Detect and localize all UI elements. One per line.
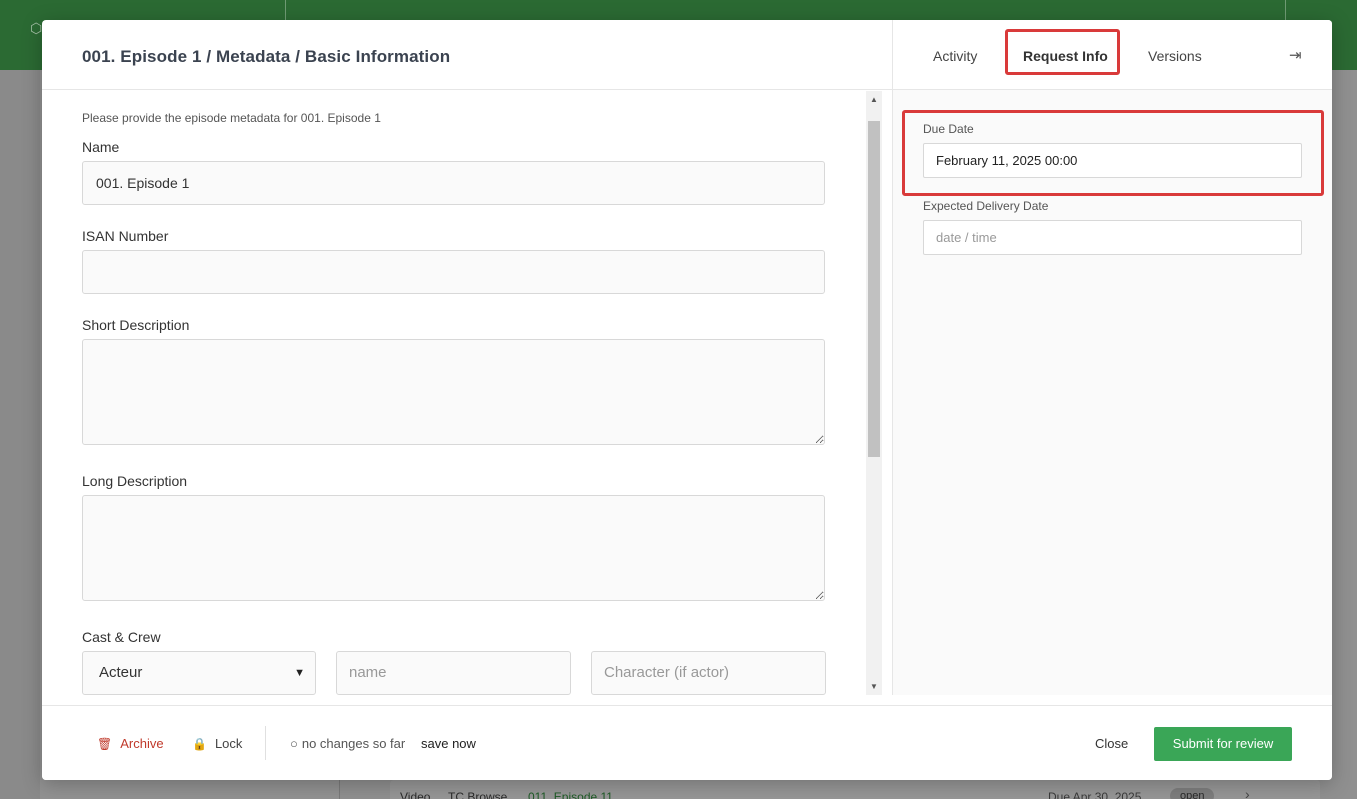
trash-icon: 🗑 bbox=[97, 737, 113, 751]
cast-crew-label: Cast & Crew bbox=[82, 629, 161, 645]
active-tab-highlight bbox=[1005, 29, 1120, 75]
chevron-down-icon: ▼ bbox=[294, 667, 305, 679]
top-bar-divider bbox=[1285, 0, 1286, 20]
name-label: Name bbox=[82, 139, 120, 155]
archive-label: Archive bbox=[120, 736, 164, 751]
expected-delivery-label: Expected Delivery Date bbox=[923, 199, 1049, 213]
form-scroll-area[interactable]: Please provide the episode metadata for … bbox=[42, 91, 892, 705]
cast-role-value: Acteur bbox=[99, 664, 143, 681]
background-list-item: Video TC Browse 011. Episode 11 Due Apr … bbox=[390, 780, 1320, 799]
details-tabs: Activity Request Info Versions ⇥ bbox=[893, 20, 1332, 90]
row-kind: TC Browse bbox=[448, 790, 508, 799]
metadata-modal: 001. Episode 1 / Metadata / Basic Inform… bbox=[42, 20, 1332, 780]
status-text: no changes so far bbox=[301, 736, 406, 751]
modal-title: 001. Episode 1 / Metadata / Basic Inform… bbox=[82, 47, 451, 66]
scroll-up-icon[interactable]: ▲ bbox=[870, 95, 878, 104]
form-panel: 001. Episode 1 / Metadata / Basic Inform… bbox=[42, 20, 892, 705]
tab-activity[interactable]: Activity bbox=[933, 48, 977, 64]
row-due: Due Apr 30, 2025 bbox=[1048, 790, 1142, 799]
short-description-textarea[interactable] bbox=[82, 339, 825, 445]
circle-icon: ○ bbox=[290, 736, 298, 751]
lock-button[interactable]: 🔒 Lock bbox=[192, 736, 242, 751]
archive-button[interactable]: 🗑 Archive bbox=[97, 736, 164, 751]
cast-name-input[interactable]: name bbox=[336, 651, 571, 695]
close-button[interactable]: Close bbox=[1095, 736, 1128, 751]
short-description-label: Short Description bbox=[82, 317, 190, 333]
name-input[interactable] bbox=[82, 161, 825, 205]
chevron-right-icon: › bbox=[1245, 786, 1250, 799]
modal-header: 001. Episode 1 / Metadata / Basic Inform… bbox=[42, 20, 892, 90]
details-panel: Activity Request Info Versions ⇥ Due Dat… bbox=[892, 20, 1332, 695]
scroll-down-icon[interactable]: ▼ bbox=[870, 682, 878, 691]
form-scrollbar[interactable]: ▲ ▼ bbox=[866, 91, 882, 695]
save-status: ○ no changes so far bbox=[290, 736, 405, 751]
lock-label: Lock bbox=[214, 736, 243, 751]
long-description-textarea[interactable] bbox=[82, 495, 825, 601]
row-title: 011. Episode 11 bbox=[528, 790, 613, 799]
row-type: Video bbox=[400, 790, 431, 799]
save-now-link[interactable]: save now bbox=[421, 736, 476, 751]
expected-delivery-input[interactable]: date / time bbox=[923, 220, 1302, 255]
form-intro: Please provide the episode metadata for … bbox=[82, 111, 381, 125]
due-date-highlight bbox=[902, 110, 1324, 196]
isan-input[interactable] bbox=[82, 250, 825, 294]
top-bar-divider bbox=[285, 0, 286, 20]
footer-divider bbox=[265, 726, 266, 760]
isan-label: ISAN Number bbox=[82, 228, 169, 244]
cast-character-input[interactable]: Character (if actor) bbox=[591, 651, 826, 695]
row-status-badge: open bbox=[1170, 788, 1215, 799]
long-description-label: Long Description bbox=[82, 473, 188, 489]
collapse-panel-icon[interactable]: ⇥ bbox=[1289, 46, 1302, 64]
lock-icon: 🔒 bbox=[192, 737, 207, 751]
cast-role-select[interactable]: Acteur ▼ bbox=[82, 651, 316, 695]
modal-footer: 🗑 Archive 🔒 Lock ○ no changes so far save n… bbox=[42, 705, 1332, 780]
submit-for-review-button[interactable]: Submit for review bbox=[1154, 727, 1292, 761]
scrollbar-thumb[interactable] bbox=[868, 121, 880, 457]
tab-versions[interactable]: Versions bbox=[1148, 48, 1202, 64]
